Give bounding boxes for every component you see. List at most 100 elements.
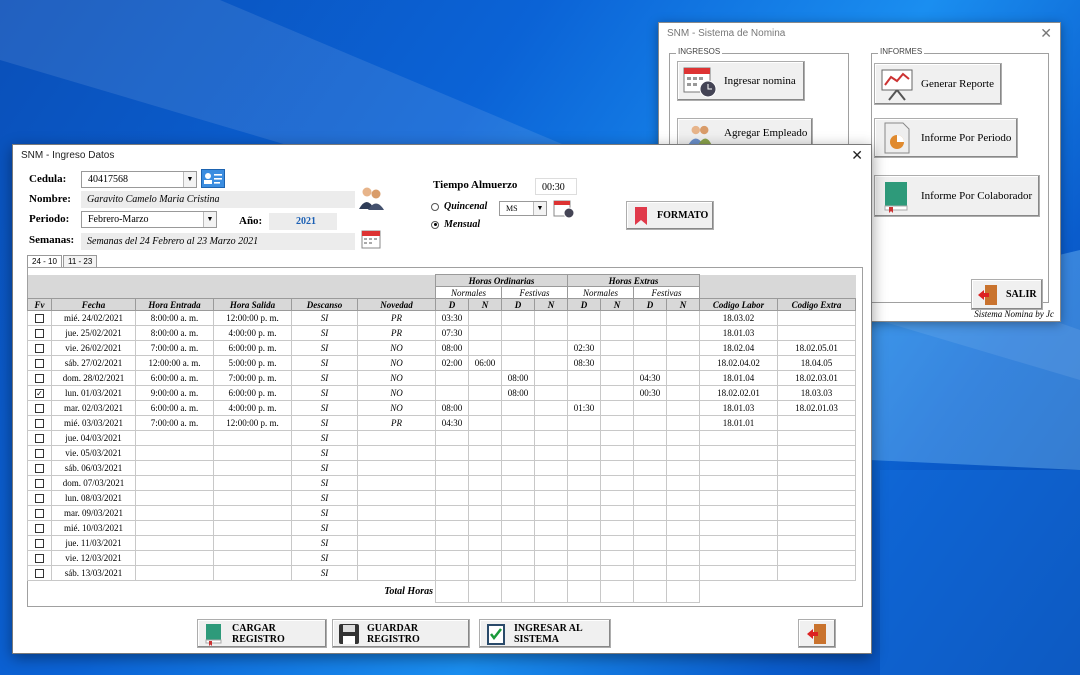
cell-ord-fn[interactable] <box>534 340 568 356</box>
fv-checkbox[interactable] <box>35 359 44 369</box>
cell-ord-fd[interactable]: 08:00 <box>501 385 535 401</box>
cell-labor[interactable]: 18.03.02 <box>699 310 778 326</box>
cell-fecha[interactable]: jue. 11/03/2021 <box>51 535 136 551</box>
cell-extra[interactable] <box>777 475 856 491</box>
cell-ext-nd[interactable]: 01:30 <box>567 400 601 416</box>
cell-ord-nn[interactable] <box>468 310 502 326</box>
radio-icon[interactable] <box>431 202 439 211</box>
anio-field[interactable]: 2021 <box>269 213 337 230</box>
cell-labor[interactable]: 18.02.04 <box>699 340 778 356</box>
fv-checkbox[interactable] <box>35 404 44 414</box>
contact-card-icon[interactable] <box>201 169 225 188</box>
cell-entrada[interactable]: 7:00:00 a. m. <box>135 340 214 356</box>
cell-ord-nd[interactable] <box>435 445 469 461</box>
quincenal-radio[interactable]: Quincenal <box>431 201 487 212</box>
cell-ord-fd[interactable] <box>501 415 535 431</box>
cell-fecha[interactable]: jue. 04/03/2021 <box>51 430 136 446</box>
cell-ord-fn[interactable] <box>534 505 568 521</box>
cell-labor[interactable] <box>699 535 778 551</box>
cell-ord-fn[interactable] <box>534 415 568 431</box>
cell-ext-fd[interactable] <box>633 550 667 566</box>
cell-extra[interactable]: 18.02.01.03 <box>777 400 856 416</box>
cell-entrada[interactable] <box>135 535 214 551</box>
cell-ext-nd[interactable] <box>567 385 601 401</box>
cell-extra[interactable] <box>777 445 856 461</box>
fv-checkbox[interactable] <box>35 449 44 459</box>
cell-descanso[interactable]: SI <box>291 445 358 461</box>
cell-ext-fd[interactable] <box>633 355 667 371</box>
cell-entrada[interactable] <box>135 445 214 461</box>
cell-salida[interactable]: 4:00:00 p. m. <box>213 325 292 341</box>
cell-fecha[interactable]: mar. 02/03/2021 <box>51 400 136 416</box>
cell-ord-nd[interactable] <box>435 460 469 476</box>
cell-entrada[interactable] <box>135 550 214 566</box>
fv-checkbox[interactable] <box>35 524 44 534</box>
cell-ord-fn[interactable] <box>534 400 568 416</box>
cell-labor[interactable] <box>699 490 778 506</box>
cell-ext-nn[interactable] <box>600 460 634 476</box>
cell-ord-fn[interactable] <box>534 325 568 341</box>
cell-ext-nd[interactable] <box>567 370 601 386</box>
cell-ord-fn[interactable] <box>534 490 568 506</box>
quincenal-select[interactable]: MS ▼ <box>499 201 547 216</box>
cell-salida[interactable] <box>213 475 292 491</box>
cell-entrada[interactable]: 6:00:00 a. m. <box>135 400 214 416</box>
cell-extra[interactable] <box>777 325 856 341</box>
cell-labor[interactable]: 18.01.03 <box>699 325 778 341</box>
cell-ext-nd[interactable]: 08:30 <box>567 355 601 371</box>
cell-entrada[interactable] <box>135 505 214 521</box>
cell-ext-fn[interactable] <box>666 385 700 401</box>
cell-ext-fn[interactable] <box>666 445 700 461</box>
cell-ord-nn[interactable] <box>468 340 502 356</box>
mensual-radio[interactable]: Mensual <box>431 219 480 230</box>
cell-ext-fn[interactable] <box>666 565 700 581</box>
cell-novedad[interactable] <box>357 565 436 581</box>
cell-entrada[interactable] <box>135 520 214 536</box>
cell-labor[interactable] <box>699 445 778 461</box>
cell-ext-fn[interactable] <box>666 505 700 521</box>
cell-ord-nn[interactable] <box>468 475 502 491</box>
cell-entrada[interactable] <box>135 490 214 506</box>
cell-ext-fd[interactable] <box>633 490 667 506</box>
cell-extra[interactable] <box>777 535 856 551</box>
cell-ext-nd[interactable] <box>567 535 601 551</box>
cell-ord-fn[interactable] <box>534 535 568 551</box>
cell-novedad[interactable] <box>357 535 436 551</box>
cell-novedad[interactable]: NO <box>357 400 436 416</box>
cell-ord-nn[interactable]: 06:00 <box>468 355 502 371</box>
cell-ext-fn[interactable] <box>666 370 700 386</box>
cell-ord-nn[interactable] <box>468 430 502 446</box>
cell-descanso[interactable]: SI <box>291 400 358 416</box>
chevron-down-icon[interactable]: ▼ <box>183 172 196 187</box>
cell-ext-nn[interactable] <box>600 415 634 431</box>
cell-descanso[interactable]: SI <box>291 310 358 326</box>
cell-ord-nd[interactable] <box>435 535 469 551</box>
cell-ord-nd[interactable] <box>435 475 469 491</box>
cell-novedad[interactable] <box>357 475 436 491</box>
cell-salida[interactable]: 7:00:00 p. m. <box>213 370 292 386</box>
cell-salida[interactable] <box>213 460 292 476</box>
cell-ord-fn[interactable] <box>534 370 568 386</box>
cell-novedad[interactable]: PR <box>357 310 436 326</box>
cell-ext-nn[interactable] <box>600 385 634 401</box>
cell-novedad[interactable]: PR <box>357 325 436 341</box>
cell-ext-fd[interactable] <box>633 310 667 326</box>
cell-salida[interactable]: 4:00:00 p. m. <box>213 400 292 416</box>
periodo-combo[interactable]: Febrero-Marzo ▼ <box>81 211 217 228</box>
cell-ext-fn[interactable] <box>666 400 700 416</box>
cell-novedad[interactable]: PR <box>357 415 436 431</box>
cell-entrada[interactable] <box>135 475 214 491</box>
cell-descanso[interactable]: SI <box>291 415 358 431</box>
cell-ext-fd[interactable] <box>633 430 667 446</box>
cell-labor[interactable] <box>699 430 778 446</box>
cell-ext-nn[interactable] <box>600 340 634 356</box>
fv-checkbox[interactable] <box>35 539 44 549</box>
cell-entrada[interactable]: 12:00:00 a. m. <box>135 355 214 371</box>
cell-extra[interactable]: 18.02.05.01 <box>777 340 856 356</box>
cell-ord-fd[interactable] <box>501 520 535 536</box>
cell-ext-nn[interactable] <box>600 445 634 461</box>
cell-ord-nd[interactable]: 08:00 <box>435 400 469 416</box>
cell-ext-fn[interactable] <box>666 475 700 491</box>
cell-ord-nn[interactable] <box>468 370 502 386</box>
cell-ext-fd[interactable] <box>633 325 667 341</box>
